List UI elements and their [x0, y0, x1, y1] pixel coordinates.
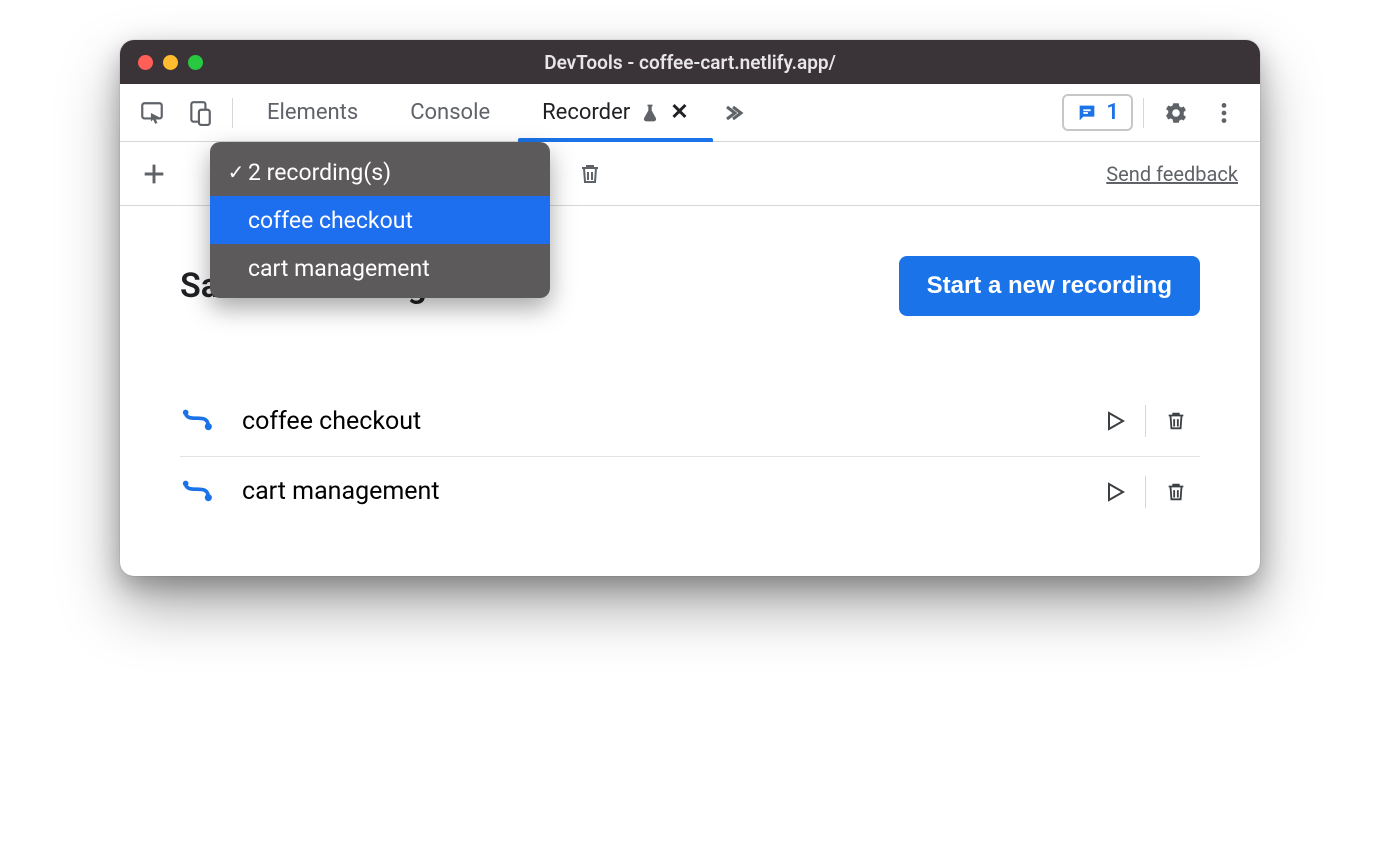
new-recording-icon[interactable] [128, 148, 180, 200]
close-window-button[interactable] [138, 55, 153, 70]
experiment-icon [640, 103, 660, 123]
recordings-list: coffee checkout cart management [180, 386, 1200, 526]
flow-icon [180, 406, 220, 436]
dropdown-summary-label: 2 recording(s) [248, 159, 391, 186]
tab-label: Elements [267, 100, 358, 125]
recorder-toolbar: Send feedback ✓ 2 recording(s) coffee ch… [120, 142, 1260, 206]
tab-label: Console [410, 100, 490, 125]
close-tab-icon[interactable]: ✕ [670, 102, 688, 124]
play-recording-button[interactable] [1091, 409, 1139, 433]
separator [232, 98, 233, 128]
start-recording-button[interactable]: Start a new recording [899, 256, 1200, 316]
delete-recording-button[interactable] [1152, 409, 1200, 433]
delete-recording-button[interactable] [1152, 480, 1200, 504]
check-icon: ✓ [224, 160, 248, 184]
tab-elements[interactable]: Elements [243, 84, 382, 141]
tab-console[interactable]: Console [386, 84, 514, 141]
minimize-window-button[interactable] [163, 55, 178, 70]
tab-recorder[interactable]: Recorder ✕ [518, 84, 713, 141]
separator [1143, 98, 1144, 128]
issues-button[interactable]: 1 [1062, 94, 1133, 131]
window-title: DevTools - coffee-cart.netlify.app/ [120, 51, 1260, 74]
recording-name: coffee checkout [220, 407, 1091, 436]
dropdown-item[interactable]: cart management [210, 244, 550, 292]
delete-icon[interactable] [564, 148, 616, 200]
window-controls [138, 55, 203, 70]
recording-row[interactable]: cart management [180, 456, 1200, 526]
recordings-dropdown[interactable]: ✓ 2 recording(s) coffee checkout cart ma… [210, 142, 550, 298]
window-titlebar: DevTools - coffee-cart.netlify.app/ [120, 40, 1260, 84]
separator [1145, 405, 1146, 437]
recording-row[interactable]: coffee checkout [180, 386, 1200, 456]
dropdown-item-label: coffee checkout [248, 207, 413, 234]
flow-icon [180, 477, 220, 507]
tab-label: Recorder [542, 100, 630, 125]
dropdown-item-label: cart management [248, 255, 430, 282]
devtools-window: DevTools - coffee-cart.netlify.app/ Elem… [120, 40, 1260, 576]
devtools-tabbar: Elements Console Recorder ✕ 1 [120, 84, 1260, 142]
separator [1145, 476, 1146, 508]
play-recording-button[interactable] [1091, 480, 1139, 504]
kebab-menu-icon[interactable] [1202, 91, 1246, 135]
dropdown-summary-item[interactable]: ✓ 2 recording(s) [210, 148, 550, 196]
more-tabs-button[interactable] [717, 101, 757, 125]
inspect-element-icon[interactable] [130, 91, 174, 135]
settings-icon[interactable] [1154, 91, 1198, 135]
dropdown-item[interactable]: coffee checkout [210, 196, 550, 244]
recording-name: cart management [220, 477, 1091, 506]
maximize-window-button[interactable] [188, 55, 203, 70]
send-feedback-link[interactable]: Send feedback [1106, 162, 1238, 186]
device-toolbar-icon[interactable] [178, 91, 222, 135]
issues-count: 1 [1106, 100, 1119, 125]
